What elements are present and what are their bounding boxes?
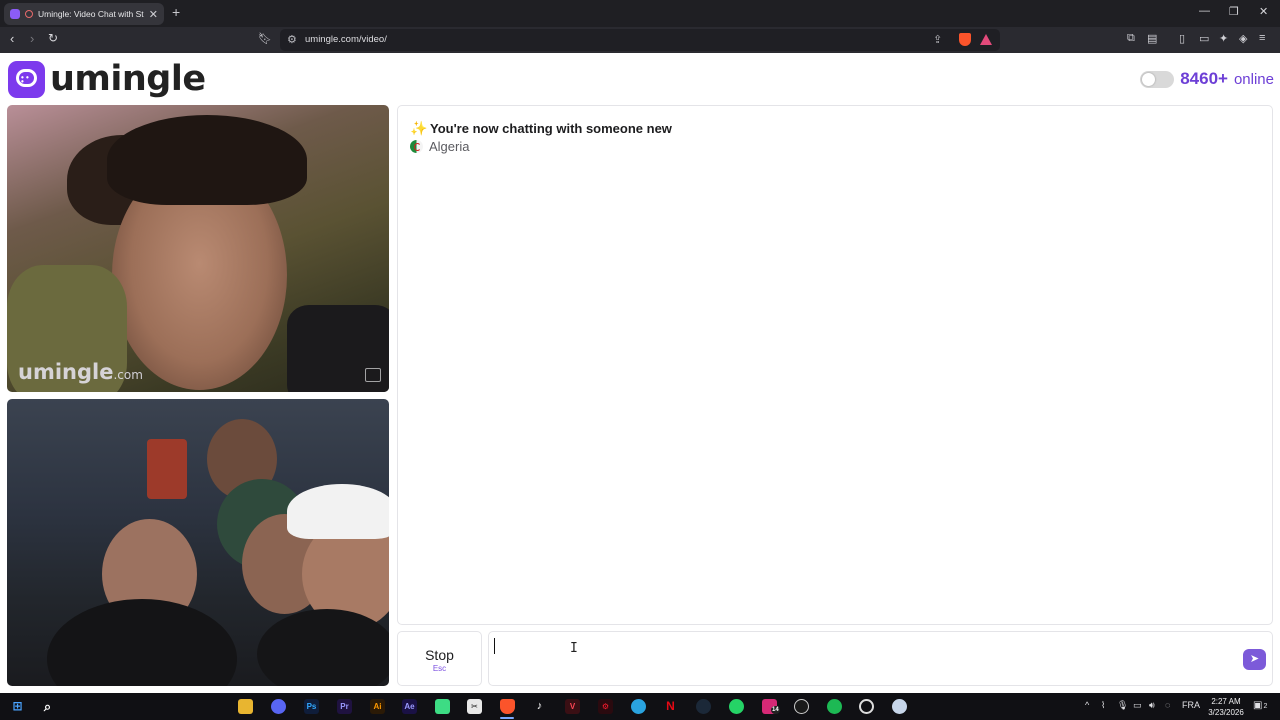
brave-rewards-icon[interactable] — [980, 34, 992, 45]
stop-button[interactable]: Stop Esc — [397, 631, 482, 686]
valorant-icon[interactable]: V — [565, 699, 580, 714]
country-name: Algeria — [429, 139, 470, 154]
alt-browser-icon[interactable] — [892, 699, 907, 714]
reload-icon[interactable]: ↻ — [48, 31, 58, 45]
wallet-icon[interactable]: ▭ — [1199, 32, 1209, 45]
site-info-icon[interactable]: ⚙︎ — [287, 33, 297, 46]
vpn-icon[interactable]: ◈ — [1239, 32, 1247, 45]
new-tab-button[interactable]: + — [172, 4, 180, 20]
tiktok-icon[interactable]: ♪ — [532, 699, 547, 714]
forward-icon[interactable]: › — [30, 31, 34, 46]
network-icon[interactable]: ⌇ — [1101, 700, 1105, 711]
red-box-shape — [147, 439, 187, 499]
bookmark-icon[interactable]: 🔖︎ — [258, 32, 272, 45]
sparkle-icon: ✨ — [410, 120, 428, 136]
chat-log: ✨ You're now chatting with someone new A… — [397, 105, 1273, 625]
leo-ai-icon[interactable]: ✦ — [1219, 32, 1228, 45]
telegram-icon[interactable] — [631, 699, 646, 714]
system-clock[interactable]: 2:27 AM 3/23/2026 — [1203, 696, 1249, 718]
mouse-cursor-icon: I — [570, 641, 578, 656]
tab-title: Umingle: Video Chat with Str — [38, 9, 144, 19]
clock-date: 3/23/2026 — [1208, 708, 1244, 717]
close-tab-icon[interactable]: ✕ — [149, 8, 158, 21]
brave-shields-icon[interactable] — [959, 33, 971, 46]
discord-icon[interactable] — [271, 699, 286, 714]
whatsapp-icon[interactable] — [729, 699, 744, 714]
clock-time: 2:27 AM — [1211, 697, 1241, 706]
address-bar[interactable]: ⚙︎ umingle.com/video/ ⇪ — [280, 29, 1000, 51]
send-icon[interactable]: ➤ — [1243, 649, 1266, 670]
chat-bubble-logo-icon: • • • — [8, 60, 45, 98]
self-video — [7, 399, 389, 686]
android-studio-icon[interactable] — [435, 699, 450, 714]
windows-start-icon[interactable]: ⊞ — [10, 699, 25, 714]
active-app-indicator — [500, 717, 514, 719]
report-flag-icon[interactable] — [365, 368, 381, 382]
spotify-icon[interactable] — [827, 699, 842, 714]
bluetooth-icon[interactable]: ◌ — [1165, 700, 1170, 710]
browser-tab-bar: Umingle: Video Chat with Str ✕ + — ❐ ✕ — [0, 0, 1280, 27]
notification-center-icon[interactable]: ▣2 — [1253, 700, 1267, 711]
obs-icon[interactable] — [859, 699, 874, 714]
stranger-video: umingle.com — [7, 105, 389, 392]
umingle-watermark: umingle.com — [18, 360, 143, 384]
umingle-page: • • • umingle 8460+ online umingle.com ✨… — [0, 53, 1280, 693]
online-label: online — [1233, 70, 1274, 88]
online-status: 8460+ online — [1140, 69, 1274, 89]
stop-button-label: Stop — [425, 647, 454, 663]
white-cap — [287, 484, 389, 539]
menu-icon[interactable]: ≡ — [1259, 32, 1265, 44]
logo-text: umingle — [50, 59, 206, 99]
language-indicator[interactable]: FRA — [1182, 700, 1200, 710]
tray-overflow-icon[interactable]: ^ — [1085, 700, 1089, 710]
notification-count: 2 — [1263, 703, 1268, 710]
windows-taskbar: ⊞ ⌕ Ps Pr Ai Ae ✂ ♪ V ⚙ N 14 ^ ⌇ 🎙︎ ▭ 🔊︎… — [0, 693, 1280, 720]
message-input[interactable]: ➤ — [488, 631, 1273, 686]
extensions-icon[interactable]: ⧉ — [1127, 32, 1135, 45]
url-text[interactable]: umingle.com/video/ — [305, 34, 387, 45]
microphone-icon[interactable]: 🎙︎ — [1117, 700, 1128, 711]
osu-icon[interactable] — [794, 699, 809, 714]
algeria-flag-icon — [410, 140, 423, 153]
steam-icon[interactable] — [696, 699, 711, 714]
premiere-icon[interactable]: Pr — [337, 699, 352, 714]
country-info: Algeria — [410, 139, 469, 154]
stop-shortcut-hint: Esc — [432, 664, 447, 673]
stranger-hair — [107, 115, 307, 205]
share-icon[interactable]: ⇪ — [933, 33, 942, 46]
site-logo[interactable]: • • • umingle — [8, 59, 206, 99]
sidebar-icon[interactable]: ▯ — [1179, 32, 1185, 45]
photoshop-icon[interactable]: Ps — [304, 699, 319, 714]
restore-button[interactable]: ❐ — [1229, 5, 1239, 18]
minimize-button[interactable]: — — [1199, 5, 1210, 17]
umingle-favicon-icon — [10, 9, 20, 19]
system-message-text: You're now chatting with someone new — [430, 121, 672, 136]
online-count: 8460+ — [1180, 69, 1228, 88]
opera-gx-icon[interactable]: ⚙ — [598, 699, 613, 714]
after-effects-icon[interactable]: Ae — [402, 699, 417, 714]
filter-toggle[interactable] — [1140, 70, 1175, 88]
browser-toolbar: ‹ › ↻ 🔖︎ ⚙︎ umingle.com/video/ ⇪ ⧉ ▤ ▯ ▭… — [0, 27, 1280, 53]
system-message: ✨ You're now chatting with someone new — [410, 120, 672, 137]
browser-tab[interactable]: Umingle: Video Chat with Str ✕ — [4, 3, 164, 25]
text-caret — [494, 638, 495, 654]
file-explorer-icon[interactable] — [238, 699, 253, 714]
tab-search-icon[interactable]: ▤ — [1147, 32, 1157, 45]
instagram-badge: 14 — [771, 706, 780, 714]
person-right-shirt — [257, 609, 389, 686]
back-icon[interactable]: ‹ — [10, 31, 14, 46]
recording-indicator-icon — [25, 10, 33, 18]
instagram-icon[interactable]: 14 — [762, 699, 780, 714]
battery-icon[interactable]: ▭ — [1133, 700, 1142, 711]
volume-icon[interactable]: 🔊︎ — [1149, 700, 1155, 711]
capcut-icon[interactable]: ✂ — [467, 699, 482, 714]
person-left-shirt — [47, 599, 237, 686]
illustrator-icon[interactable]: Ai — [370, 699, 385, 714]
brave-browser-icon[interactable] — [500, 699, 515, 714]
close-window-button[interactable]: ✕ — [1259, 5, 1268, 18]
search-icon[interactable]: ⌕ — [40, 699, 55, 714]
netflix-icon[interactable]: N — [663, 699, 678, 714]
